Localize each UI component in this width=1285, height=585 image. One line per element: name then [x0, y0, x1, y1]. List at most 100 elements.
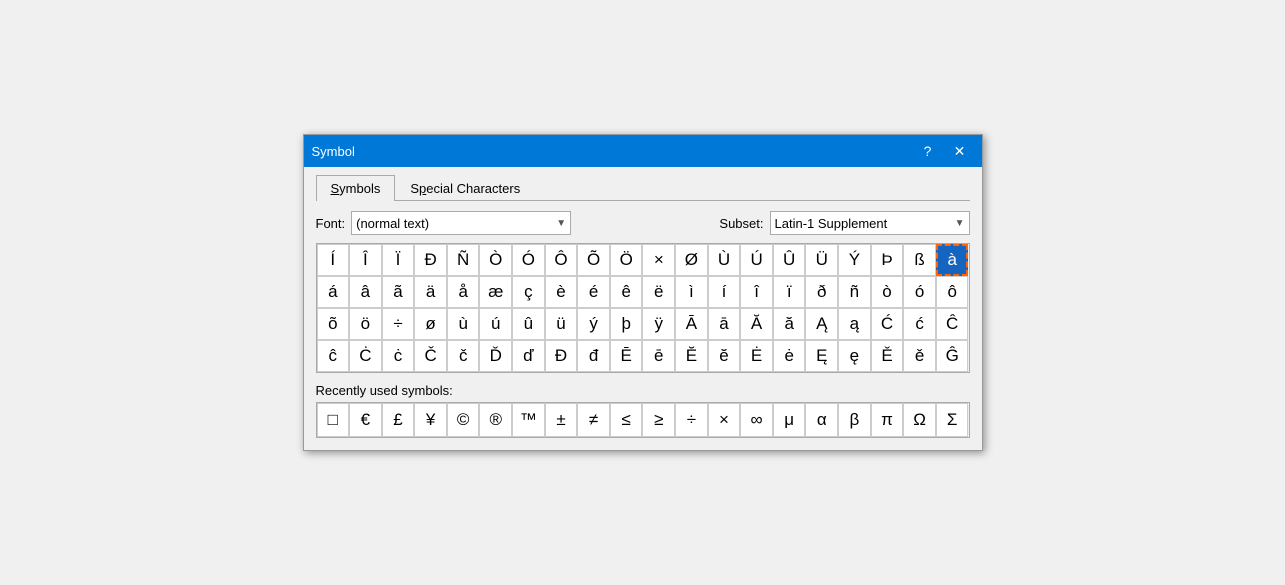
recently-used-cell[interactable]: α	[805, 403, 838, 437]
symbol-cell[interactable]: Ę	[805, 340, 838, 372]
symbol-cell[interactable]: Ă	[740, 308, 773, 340]
symbol-cell[interactable]: Ñ	[447, 244, 480, 276]
font-dropdown[interactable]: (normal text) ▼	[351, 211, 571, 235]
symbol-cell[interactable]: Ě	[871, 340, 904, 372]
symbol-cell[interactable]: ę	[838, 340, 871, 372]
symbol-cell[interactable]: Ĕ	[675, 340, 708, 372]
recently-used-cell[interactable]: ≥	[642, 403, 675, 437]
symbol-cell[interactable]: ą	[838, 308, 871, 340]
symbol-cell[interactable]: Ø	[675, 244, 708, 276]
symbol-cell[interactable]: đ	[577, 340, 610, 372]
symbol-cell[interactable]: Ą	[805, 308, 838, 340]
symbol-cell[interactable]: Ò	[479, 244, 512, 276]
symbol-cell[interactable]: å	[447, 276, 480, 308]
recently-used-cell[interactable]: ™	[512, 403, 545, 437]
recently-used-cell[interactable]: ×	[708, 403, 741, 437]
symbol-cell[interactable]: Ď	[479, 340, 512, 372]
symbol-cell[interactable]: Í	[317, 244, 350, 276]
symbol-cell[interactable]: Ó	[512, 244, 545, 276]
subset-dropdown[interactable]: Latin-1 Supplement ▼	[770, 211, 970, 235]
symbol-cell[interactable]: ä	[414, 276, 447, 308]
recently-used-cell[interactable]: ≠	[577, 403, 610, 437]
symbol-cell[interactable]: í	[708, 276, 741, 308]
symbol-cell[interactable]: ě	[903, 340, 936, 372]
symbol-cell[interactable]: Ù	[708, 244, 741, 276]
recently-used-cell[interactable]: μ	[773, 403, 806, 437]
symbol-cell[interactable]: ė	[773, 340, 806, 372]
recently-used-cell[interactable]: Ω	[903, 403, 936, 437]
symbol-cell[interactable]: ð	[805, 276, 838, 308]
symbol-cell[interactable]: Õ	[577, 244, 610, 276]
symbol-cell[interactable]: Ö	[610, 244, 643, 276]
recently-used-cell[interactable]: ®	[479, 403, 512, 437]
symbol-cell[interactable]: Ċ	[349, 340, 382, 372]
symbol-cell[interactable]: ó	[903, 276, 936, 308]
recently-used-cell[interactable]: €	[349, 403, 382, 437]
symbol-cell[interactable]: õ	[317, 308, 350, 340]
symbol-cell[interactable]: ì	[675, 276, 708, 308]
symbol-cell[interactable]: ċ	[382, 340, 415, 372]
symbol-cell[interactable]: ê	[610, 276, 643, 308]
symbol-cell[interactable]: Đ	[545, 340, 578, 372]
symbol-cell[interactable]: à	[936, 244, 969, 276]
symbol-cell[interactable]: ý	[577, 308, 610, 340]
symbol-cell[interactable]: î	[740, 276, 773, 308]
symbol-cell[interactable]: ø	[414, 308, 447, 340]
recently-used-cell[interactable]: □	[317, 403, 350, 437]
symbol-cell[interactable]: Î	[349, 244, 382, 276]
symbol-cell[interactable]: ï	[773, 276, 806, 308]
symbol-cell[interactable]: ã	[382, 276, 415, 308]
symbol-cell[interactable]: Ü	[805, 244, 838, 276]
symbol-cell[interactable]: ć	[903, 308, 936, 340]
symbol-cell[interactable]: Č	[414, 340, 447, 372]
symbol-cell[interactable]: ÿ	[642, 308, 675, 340]
symbol-cell[interactable]: ô	[936, 276, 969, 308]
symbol-cell[interactable]: Û	[773, 244, 806, 276]
symbol-cell[interactable]: ă	[773, 308, 806, 340]
symbol-cell[interactable]: é	[577, 276, 610, 308]
recently-used-cell[interactable]: ©	[447, 403, 480, 437]
recently-used-cell[interactable]: π	[871, 403, 904, 437]
recently-used-cell[interactable]: β	[838, 403, 871, 437]
symbol-cell[interactable]: Ć	[871, 308, 904, 340]
symbol-cell[interactable]: Ý	[838, 244, 871, 276]
symbol-cell[interactable]: ß	[903, 244, 936, 276]
tab-symbols[interactable]: Symbols	[316, 175, 396, 201]
symbol-cell[interactable]: Þ	[871, 244, 904, 276]
symbol-cell[interactable]: ē	[642, 340, 675, 372]
recently-used-cell[interactable]: Σ	[936, 403, 969, 437]
symbol-cell[interactable]: ú	[479, 308, 512, 340]
symbol-cell[interactable]: ÷	[382, 308, 415, 340]
recently-used-cell[interactable]: £	[382, 403, 415, 437]
close-button[interactable]: ✕	[946, 140, 974, 162]
symbol-cell[interactable]: ā	[708, 308, 741, 340]
symbol-cell[interactable]: ñ	[838, 276, 871, 308]
symbol-cell[interactable]: û	[512, 308, 545, 340]
symbol-cell[interactable]: Ė	[740, 340, 773, 372]
symbol-cell[interactable]: ö	[349, 308, 382, 340]
symbol-cell[interactable]: Ē	[610, 340, 643, 372]
symbol-cell[interactable]: ü	[545, 308, 578, 340]
tab-special-characters[interactable]: Special Characters	[395, 175, 535, 201]
symbol-cell[interactable]: æ	[479, 276, 512, 308]
symbol-cell[interactable]: Ð	[414, 244, 447, 276]
symbol-cell[interactable]: Ô	[545, 244, 578, 276]
recently-used-cell[interactable]: ≤	[610, 403, 643, 437]
symbol-cell[interactable]: Ĝ	[936, 340, 969, 372]
symbol-cell[interactable]: è	[545, 276, 578, 308]
recently-used-cell[interactable]: ±	[545, 403, 578, 437]
recently-used-cell[interactable]: ∞	[740, 403, 773, 437]
symbol-cell[interactable]: č	[447, 340, 480, 372]
symbol-cell[interactable]: ĉ	[317, 340, 350, 372]
help-button[interactable]: ?	[914, 140, 942, 162]
symbol-cell[interactable]: ×	[642, 244, 675, 276]
recently-used-cell[interactable]: ÷	[675, 403, 708, 437]
symbol-cell[interactable]: Ĉ	[936, 308, 969, 340]
symbol-cell[interactable]: ĕ	[708, 340, 741, 372]
symbol-cell[interactable]: Ú	[740, 244, 773, 276]
symbol-cell[interactable]: ò	[871, 276, 904, 308]
symbol-cell[interactable]: á	[317, 276, 350, 308]
recently-used-cell[interactable]: ¥	[414, 403, 447, 437]
symbol-cell[interactable]: ë	[642, 276, 675, 308]
symbol-cell[interactable]: ù	[447, 308, 480, 340]
